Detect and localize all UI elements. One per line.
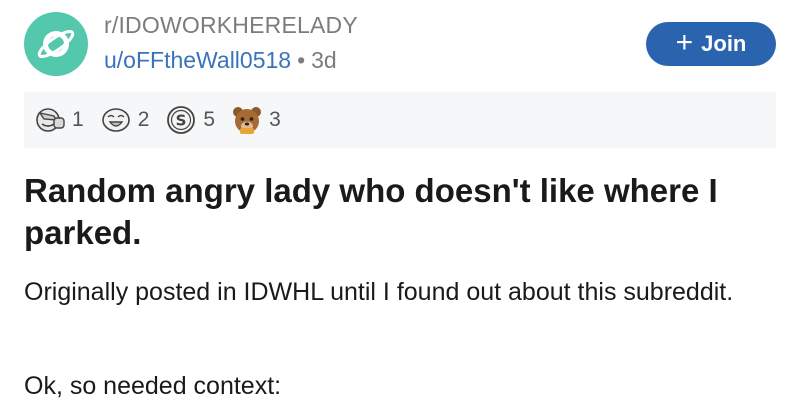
post-title[interactable]: Random angry lady who doesn't like where… xyxy=(24,170,776,254)
post-body-paragraph: Ok, so needed context: xyxy=(24,372,282,400)
post-header: r/IDOWORKHERELADY u/oFFtheWall0518 • 3d + … xyxy=(24,10,776,80)
post-meta: r/IDOWORKHERELADY u/oFFtheWall0518 • 3d xyxy=(104,10,358,76)
award-coin[interactable]: S 5 xyxy=(165,104,215,136)
reddit-post: r/IDOWORKHERELADY u/oFFtheWall0518 • 3d + … xyxy=(0,0,800,420)
author-username[interactable]: u/oFFtheWall0518 xyxy=(104,47,291,73)
byline: u/oFFtheWall0518 • 3d xyxy=(104,44,358,76)
awards-bar[interactable]: 1 2 S 5 3 xyxy=(24,92,776,148)
join-label: Join xyxy=(701,31,747,56)
award-laughing[interactable]: 2 xyxy=(100,104,150,136)
subreddit-name[interactable]: r/IDOWORKHERELADY xyxy=(104,10,358,40)
bear-award-icon xyxy=(233,107,262,134)
plus-icon: + xyxy=(675,25,694,59)
meta-separator: • xyxy=(297,47,306,73)
facepalm-award-icon xyxy=(36,108,65,132)
subreddit-avatar[interactable] xyxy=(24,12,88,76)
post-age: 3d xyxy=(311,47,337,73)
svg-text:S: S xyxy=(176,112,187,130)
join-button[interactable]: + Join xyxy=(646,22,776,66)
planet-icon xyxy=(37,30,75,58)
award-facepalm[interactable]: 1 xyxy=(34,104,84,136)
award-count: 1 xyxy=(72,108,84,131)
laughing-face-award-icon xyxy=(101,108,130,132)
award-count: 2 xyxy=(137,108,150,131)
award-count: 5 xyxy=(203,108,216,131)
post-body-paragraph: Originally posted in IDWHL until I found… xyxy=(24,278,734,306)
award-count: 3 xyxy=(269,108,281,131)
award-bear[interactable]: 3 xyxy=(231,104,281,136)
dollar-coin-award-icon: S xyxy=(167,106,196,134)
